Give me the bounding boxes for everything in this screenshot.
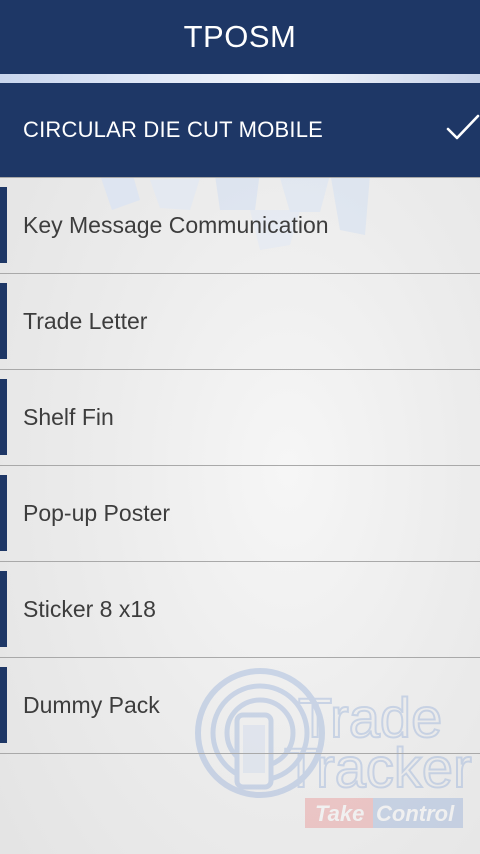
list-item-label: Pop-up Poster bbox=[23, 500, 171, 526]
tposm-list: Key Message Communication Trade Letter S… bbox=[0, 177, 480, 754]
list-item-label: Key Message Communication bbox=[23, 212, 329, 238]
list-item-label: Dummy Pack bbox=[23, 692, 160, 718]
watermark-tagline-take: Take bbox=[315, 801, 364, 826]
list-item-label: Sticker 8 x18 bbox=[23, 596, 156, 622]
selected-item-label: CIRCULAR DIE CUT MOBILE bbox=[23, 117, 324, 142]
item-accent-bar bbox=[0, 379, 7, 455]
watermark-tagline-control: Control bbox=[376, 801, 455, 826]
app-bar: TPOSM bbox=[0, 0, 480, 74]
app-bar-shadow bbox=[0, 74, 480, 83]
list-item[interactable]: Shelf Fin bbox=[0, 370, 480, 466]
list-item[interactable]: Trade Letter bbox=[0, 274, 480, 370]
list-item[interactable]: Sticker 8 x18 bbox=[0, 562, 480, 658]
item-accent-bar bbox=[0, 187, 7, 263]
list-item-label: Shelf Fin bbox=[23, 404, 114, 430]
list-item[interactable]: Pop-up Poster bbox=[0, 466, 480, 562]
selected-list-item[interactable]: CIRCULAR DIE CUT MOBILE bbox=[0, 83, 480, 177]
list-item-label: Trade Letter bbox=[23, 308, 148, 334]
check-icon bbox=[446, 114, 480, 140]
list-item[interactable]: Key Message Communication bbox=[0, 177, 480, 274]
item-accent-bar bbox=[0, 667, 7, 743]
item-accent-bar bbox=[0, 571, 7, 647]
item-accent-bar bbox=[0, 283, 7, 359]
page-title: TPOSM bbox=[183, 19, 297, 54]
item-accent-bar bbox=[0, 475, 7, 551]
list-item[interactable]: Dummy Pack bbox=[0, 658, 480, 754]
